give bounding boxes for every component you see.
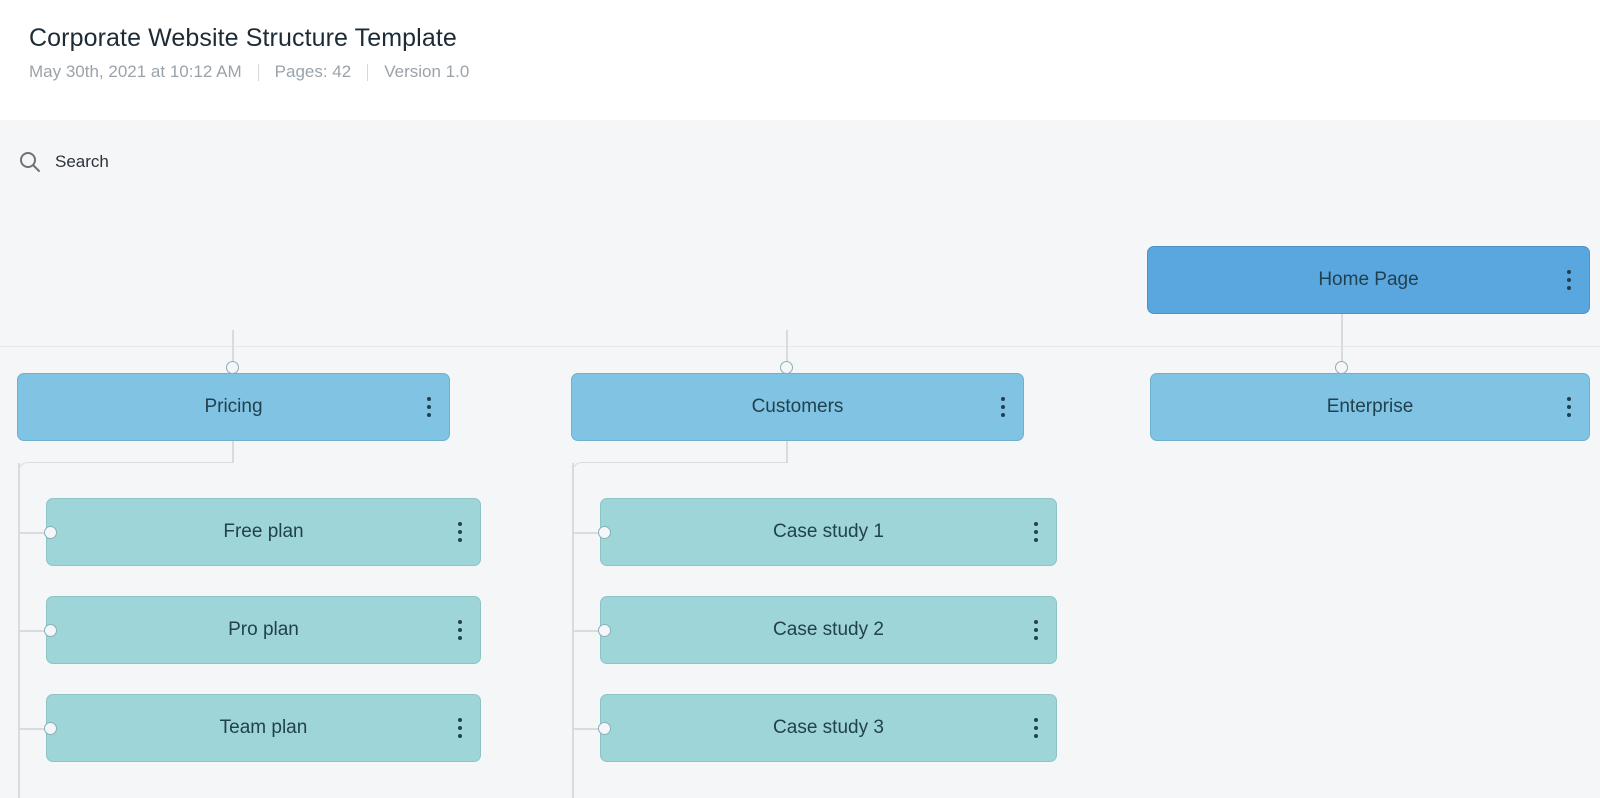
more-vertical-icon[interactable]: [458, 522, 462, 542]
node-customers[interactable]: Customers: [571, 373, 1024, 441]
search-button[interactable]: Search: [18, 150, 109, 173]
connector-dot-pricing: [226, 361, 239, 374]
node-pricing[interactable]: Pricing: [17, 373, 450, 441]
document-meta: May 30th, 2021 at 10:12 AM Pages: 42 Ver…: [29, 62, 469, 82]
more-vertical-icon[interactable]: [427, 397, 431, 417]
meta-divider: [367, 64, 368, 81]
more-vertical-icon[interactable]: [1034, 522, 1038, 542]
connector-trunk-pricing: [232, 330, 234, 362]
row-divider: [0, 346, 1600, 347]
node-team-plan[interactable]: Team plan: [46, 694, 481, 762]
node-free-plan[interactable]: Free plan: [46, 498, 481, 566]
more-vertical-icon[interactable]: [1001, 397, 1005, 417]
meta-divider: [258, 64, 259, 81]
document-version: Version 1.0: [384, 62, 469, 82]
node-pro-plan[interactable]: Pro plan: [46, 596, 481, 664]
toolbar: Search: [0, 120, 1600, 220]
connector-trunk-customers: [786, 330, 788, 362]
connector-dot-case-study-1: [598, 526, 611, 539]
node-label: Home Page: [1318, 269, 1418, 291]
connector-pricing-drop: [232, 441, 234, 463]
document-date: May 30th, 2021 at 10:12 AM: [29, 62, 242, 82]
diagram-canvas[interactable]: Home Page Pricing Customers Enterprise F…: [0, 220, 1600, 798]
node-label: Pricing: [204, 396, 262, 418]
more-vertical-icon[interactable]: [458, 620, 462, 640]
connector-pricing-elbow: [18, 462, 233, 478]
connector-dot-case-study-3: [598, 722, 611, 735]
document-pages: Pages: 42: [275, 62, 352, 82]
node-label: Case study 3: [773, 717, 884, 739]
node-case-study-1[interactable]: Case study 1: [600, 498, 1057, 566]
connector-dot-free-plan: [44, 526, 57, 539]
node-label: Case study 1: [773, 521, 884, 543]
node-label: Case study 2: [773, 619, 884, 641]
more-vertical-icon[interactable]: [1567, 270, 1571, 290]
connector-dot-enterprise: [1335, 361, 1348, 374]
page-title: Corporate Website Structure Template: [29, 24, 457, 53]
node-label: Pro plan: [228, 619, 299, 641]
connector-dot-pro-plan: [44, 624, 57, 637]
node-home-page[interactable]: Home Page: [1147, 246, 1590, 314]
node-case-study-3[interactable]: Case study 3: [600, 694, 1057, 762]
connector-customers-drop: [786, 441, 788, 463]
connector-dot-case-study-2: [598, 624, 611, 637]
node-label: Free plan: [223, 521, 303, 543]
document-header: Corporate Website Structure Template May…: [0, 0, 1600, 120]
node-label: Team plan: [220, 717, 308, 739]
connector-dot-customers: [780, 361, 793, 374]
more-vertical-icon[interactable]: [458, 718, 462, 738]
node-label: Customers: [752, 396, 844, 418]
more-vertical-icon[interactable]: [1567, 397, 1571, 417]
search-label: Search: [55, 152, 109, 172]
search-icon: [18, 150, 41, 173]
connector-dot-team-plan: [44, 722, 57, 735]
node-case-study-2[interactable]: Case study 2: [600, 596, 1057, 664]
connector-customers-elbow: [572, 462, 787, 478]
more-vertical-icon[interactable]: [1034, 620, 1038, 640]
node-label: Enterprise: [1327, 396, 1414, 418]
more-vertical-icon[interactable]: [1034, 718, 1038, 738]
node-enterprise[interactable]: Enterprise: [1150, 373, 1590, 441]
